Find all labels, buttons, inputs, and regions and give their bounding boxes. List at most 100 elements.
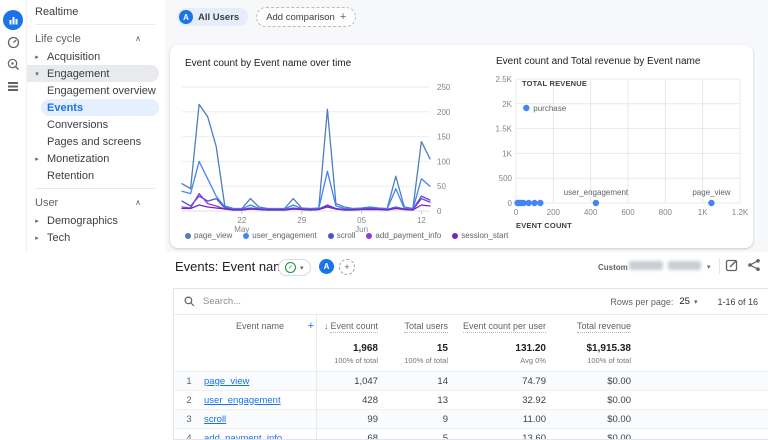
caret-right-icon: ▸ — [33, 217, 41, 225]
column-header-event-count[interactable]: ↓Event count — [316, 321, 386, 331]
add-comparison-chip[interactable]: Add comparison + — [256, 7, 356, 27]
table-header-row: Event name + ↓Event count Total users Ev… — [174, 315, 768, 337]
data-point — [514, 200, 520, 206]
column-header-total-revenue[interactable]: Total revenue — [554, 321, 639, 331]
totals-subtext: 100% of total — [404, 356, 448, 365]
totals-value: 131.20 — [515, 343, 546, 354]
legend-dot — [452, 233, 458, 239]
legend-item-user_engagement: user_engagement — [243, 231, 317, 240]
sidebar-item-monetization[interactable]: ▸ Monetization — [27, 150, 165, 167]
sidebar-item-acquisition[interactable]: ▸ Acquisition — [27, 48, 165, 65]
row-number: 3 — [174, 414, 204, 425]
row-number: 4 — [174, 433, 204, 440]
sidebar-item-retention[interactable]: Retention — [27, 167, 165, 184]
event-name-cell: page_view — [204, 376, 316, 387]
event-name-link[interactable]: add_payment_info — [204, 433, 282, 440]
event-name-link[interactable]: scroll — [204, 414, 226, 425]
sidebar-section-user[interactable]: User ∧ — [27, 193, 165, 212]
totals-value: 15 — [437, 343, 448, 354]
caret-right-icon: ▸ — [33, 155, 41, 163]
speed-icon[interactable] — [2, 31, 24, 53]
y-tick-label: 500 — [499, 174, 513, 183]
y-tick-label: 1.5K — [496, 125, 513, 134]
x-tick-label: 600 — [621, 208, 635, 217]
segment-avatar-chip[interactable]: A — [319, 259, 334, 274]
column-header-total-users[interactable]: Total users — [386, 321, 456, 331]
app-icon-rail — [0, 0, 27, 252]
total-users-cell: 5 — [386, 433, 456, 440]
sidebar-item-pages-and-screens[interactable]: Pages and screens — [27, 133, 165, 150]
total-users-cell: 9 — [386, 414, 456, 425]
sidebar-item-demographics[interactable]: ▸ Demographics — [27, 212, 165, 229]
sidebar-item-tech[interactable]: ▸ Tech — [27, 229, 165, 246]
sidebar-section-lifecycle[interactable]: Life cycle ∧ — [27, 29, 165, 48]
event-count-per-user-cell: 11.00 — [456, 414, 554, 425]
section-label: User — [35, 197, 58, 209]
line-chart-legend: page_viewuser_engagementscrolladd_paymen… — [185, 231, 508, 240]
legend-dot — [366, 233, 372, 239]
data-point-scroll — [531, 200, 537, 206]
column-divider — [316, 315, 317, 439]
sidebar-item-label: Monetization — [47, 153, 109, 165]
y-tick-label: 150 — [437, 133, 451, 142]
table-toolbar: Rows per page: 25 ▾ 1-16 of 16 — [174, 289, 768, 315]
row-number: 1 — [174, 376, 204, 387]
x-tick-label: 05 — [357, 216, 366, 225]
sidebar-item-label: Events — [47, 102, 83, 114]
search-input[interactable] — [201, 295, 355, 308]
date-caret-down-icon[interactable]: ▾ — [707, 263, 711, 271]
y-tick-label: 2.5K — [496, 75, 513, 84]
sidebar-item-label: Acquisition — [47, 51, 100, 63]
event-count-per-user-cell: 32.92 — [456, 395, 554, 406]
event-name-link[interactable]: user_engagement — [204, 395, 281, 406]
divider — [35, 24, 155, 25]
scatter-chart: 02004006008001K1.2K05001K1.5K2K2.5KTOTAL… — [488, 71, 750, 237]
data-quality-chip[interactable]: ✓ ▾ — [278, 259, 311, 276]
reports-icon[interactable] — [2, 9, 24, 31]
rows-per-page-select[interactable]: 25 ▾ — [679, 296, 697, 307]
y-tick-label: 1K — [502, 149, 512, 158]
total-revenue-cell: $0.00 — [554, 433, 639, 440]
total-users-cell: 14 — [386, 376, 456, 387]
event-count-cell: 99 — [316, 414, 386, 425]
point-label: page_view — [692, 188, 730, 197]
sidebar-item-conversions[interactable]: Conversions — [27, 116, 165, 133]
sidebar-item-label: Demographics — [47, 215, 118, 227]
y-tick-label: 0 — [437, 207, 442, 216]
add-dimension-icon[interactable]: + — [308, 320, 314, 332]
sidebar-item-label: Engagement — [47, 68, 109, 80]
sidebar-item-realtime[interactable]: Realtime — [27, 3, 165, 20]
caret-down-icon: ▾ — [300, 264, 304, 272]
x-tick-label: 22 — [237, 216, 246, 225]
legend-label: scroll — [337, 231, 356, 240]
y-tick-label: 200 — [437, 108, 451, 117]
library-icon[interactable] — [2, 75, 24, 97]
share-icon[interactable] — [747, 258, 762, 273]
x-tick-label: 12 — [417, 216, 426, 225]
sidebar-item-events[interactable]: Events — [41, 99, 159, 116]
rows-per-page-value: 25 — [679, 296, 690, 307]
column-header-event-name[interactable]: Event name + — [204, 321, 316, 331]
date-range-value-redacted[interactable] — [629, 261, 701, 270]
caret-down-icon: ▾ — [694, 298, 698, 306]
all-users-chip[interactable]: A All Users — [177, 8, 248, 26]
sidebar-item-label: Realtime — [35, 6, 78, 18]
sidebar-item-label: Engagement overview — [47, 85, 156, 97]
sort-desc-icon: ↓ — [324, 321, 329, 331]
table-totals-row: 1,968 100% of total 15 100% of total 131… — [174, 337, 768, 371]
sidebar-item-engagement[interactable]: ▾ Engagement — [27, 65, 159, 82]
plus-icon: + — [340, 11, 346, 23]
report-title: Events: Event name — [175, 259, 291, 274]
column-header-event-count-per-user[interactable]: Event count per user — [456, 321, 554, 331]
event-name-link[interactable]: page_view — [204, 376, 249, 387]
total-revenue-cell: $0.00 — [554, 414, 639, 425]
edit-report-icon[interactable] — [725, 258, 740, 273]
legend-item-scroll: scroll — [328, 231, 356, 240]
totals-revenue: $1,915.38 100% of total — [554, 343, 639, 365]
table-row-user_engagement: 2user_engagement4281332.92$0.00 — [174, 390, 768, 409]
sidebar-item-engagement-overview[interactable]: Engagement overview — [27, 82, 165, 99]
add-segment-button[interactable]: + — [339, 259, 355, 275]
total-users-cell: 13 — [386, 395, 456, 406]
explore-icon[interactable] — [2, 53, 24, 75]
data-point-user_engagement — [593, 200, 599, 206]
